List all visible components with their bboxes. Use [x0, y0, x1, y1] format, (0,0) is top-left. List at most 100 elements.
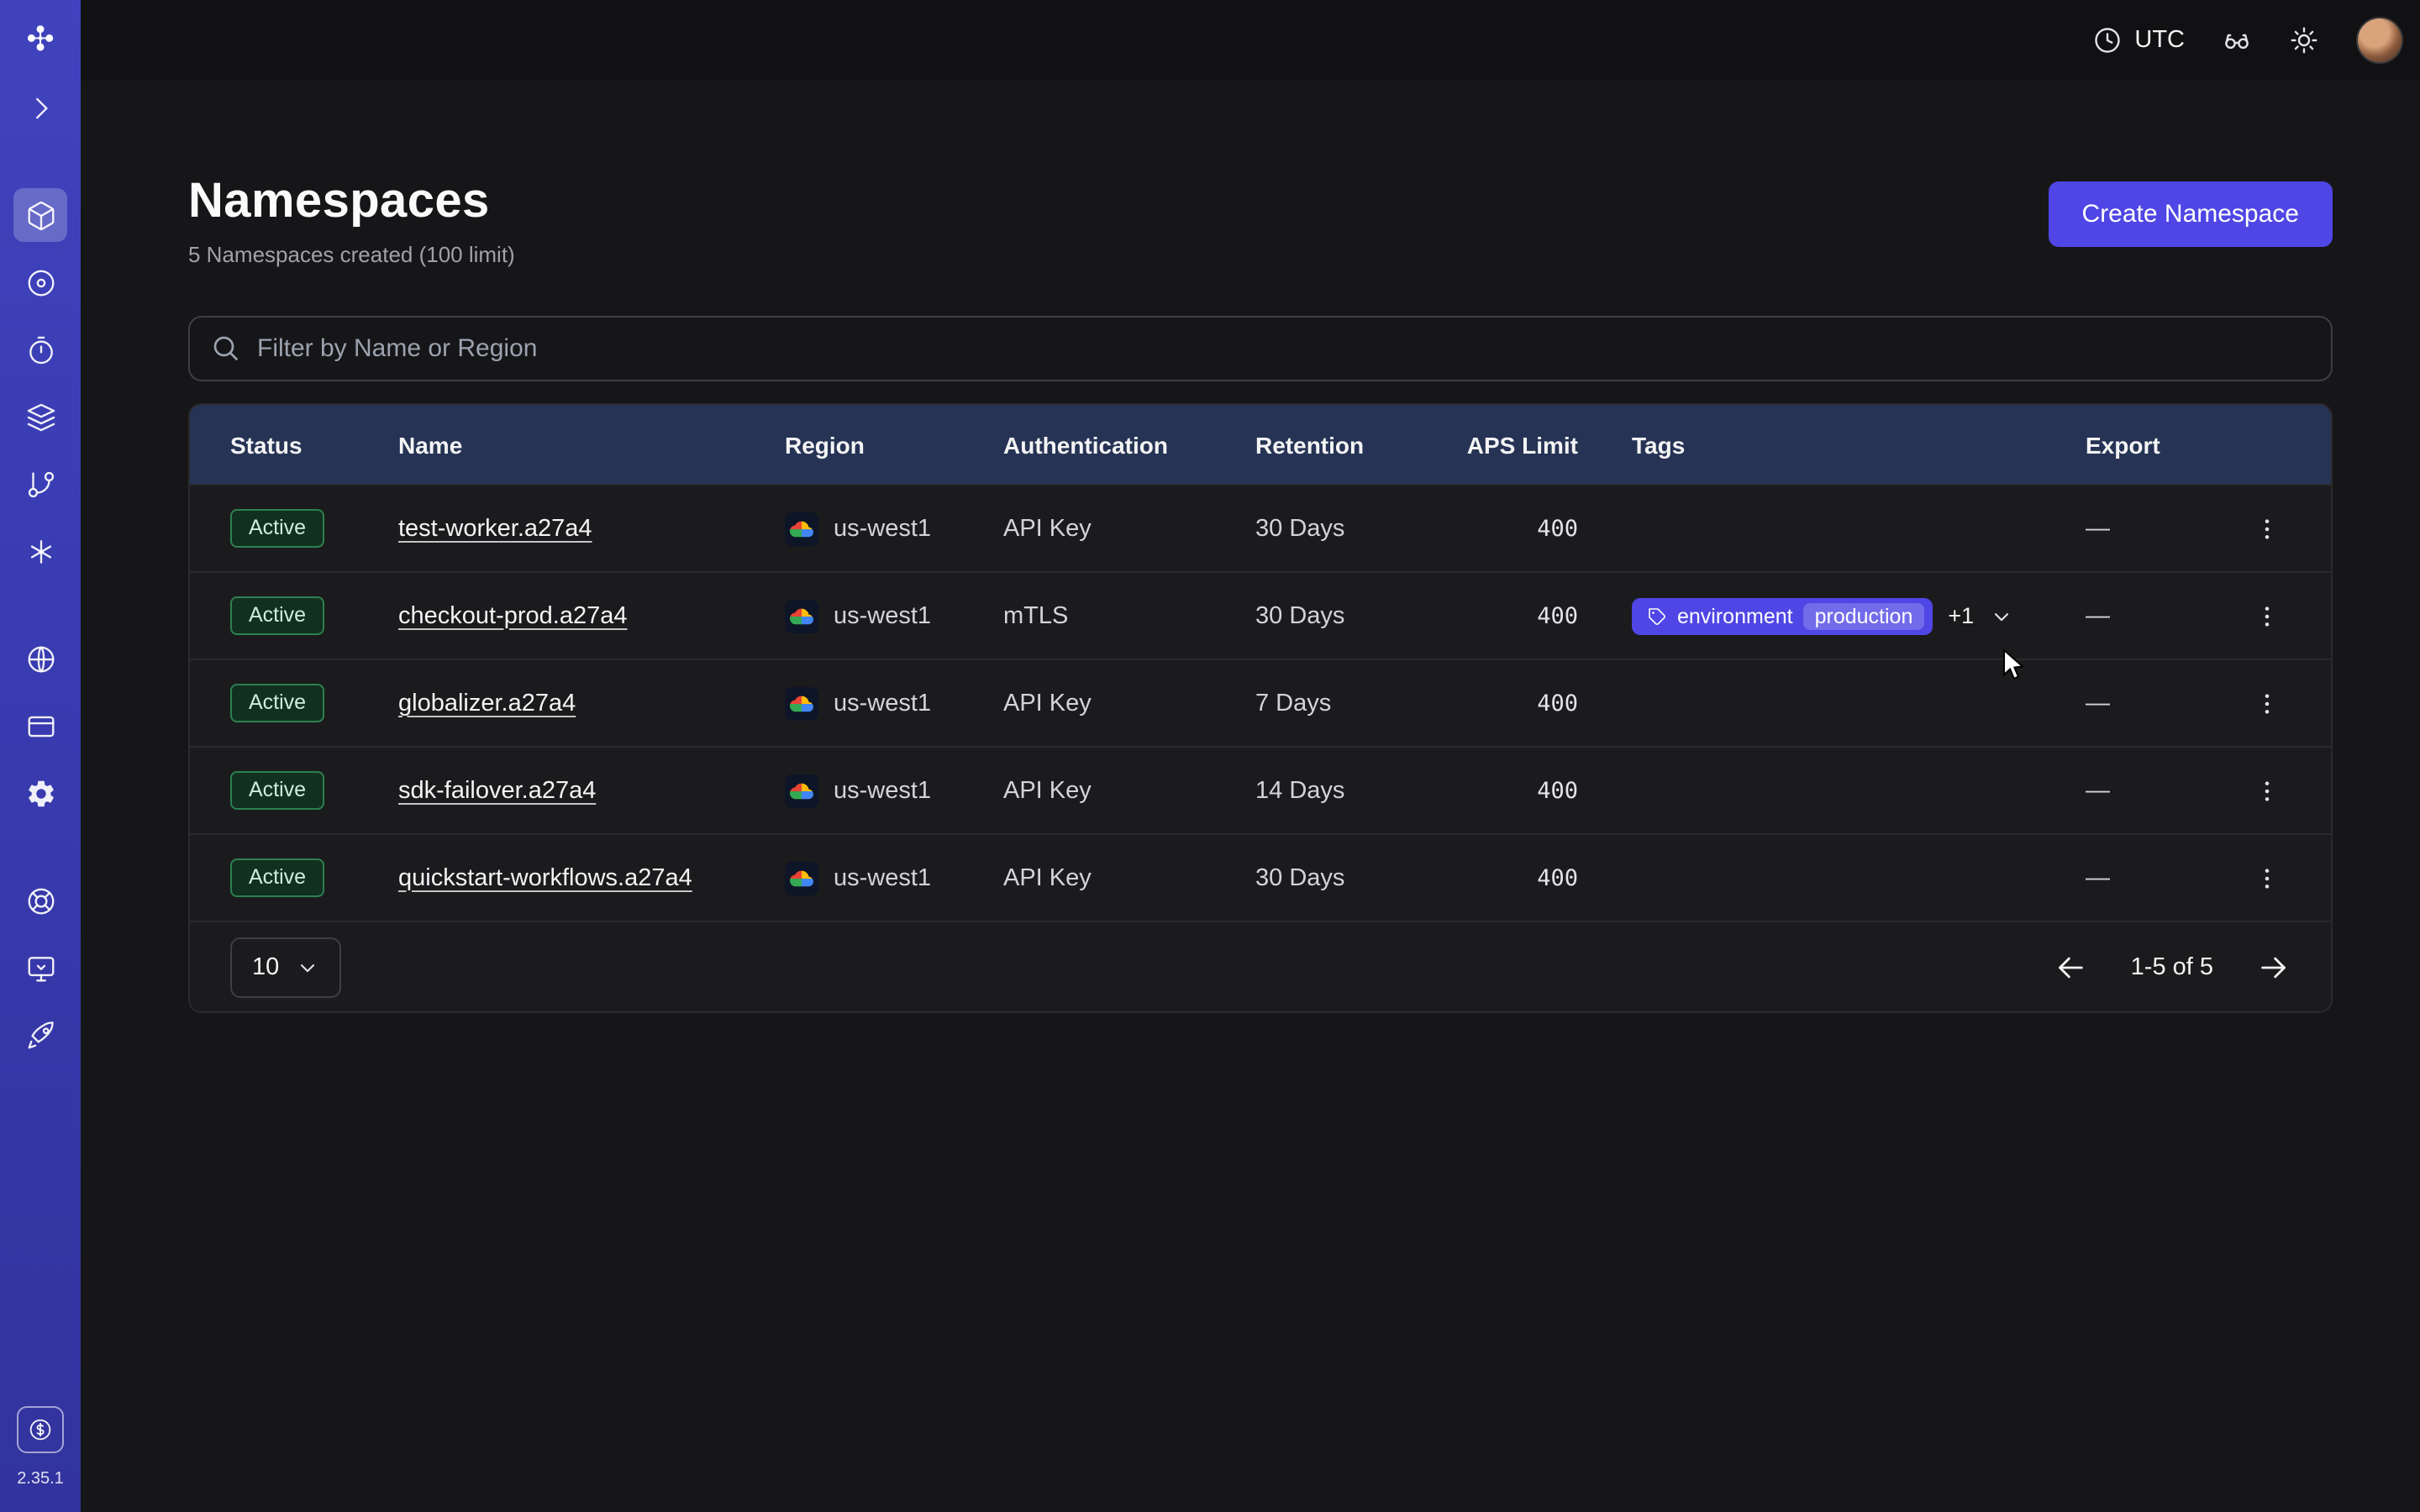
sidebar-item-getting-started[interactable]	[13, 1008, 67, 1062]
row-menu-button[interactable]	[2244, 505, 2291, 552]
region-label: us-west1	[834, 777, 931, 804]
status-badge: Active	[230, 509, 324, 548]
tag-icon	[1647, 606, 1667, 626]
sidebar-item-imports[interactable]	[13, 941, 67, 995]
retention-period: 14 Days	[1255, 777, 1457, 804]
column-header-status: Status	[230, 431, 398, 458]
sidebar-item-schedules[interactable]	[13, 323, 67, 376]
pagination-range: 1-5 of 5	[2131, 953, 2213, 980]
region-label: us-west1	[834, 602, 931, 629]
glasses-icon[interactable]	[2222, 25, 2252, 55]
rocket-icon	[24, 1019, 56, 1051]
auth-method: API Key	[1003, 777, 1255, 804]
region-label: us-west1	[834, 515, 931, 542]
sidebar-item-nexus[interactable]	[13, 524, 67, 578]
tags-more: +1	[1948, 603, 1974, 628]
namespace-link[interactable]: quickstart-workflows.a27a4	[398, 864, 692, 891]
column-header-authentication: Authentication	[1003, 431, 1255, 458]
namespace-link[interactable]: sdk-failover.a27a4	[398, 777, 596, 804]
sidebar-item-billing[interactable]	[13, 699, 67, 753]
aps-limit-value: 400	[1537, 777, 1578, 804]
table-row: Active globalizer.a27a4 us-west1 API Key…	[190, 659, 2331, 746]
auth-method: API Key	[1003, 690, 1255, 717]
gear-icon	[24, 777, 56, 809]
aps-limit-value: 400	[1537, 602, 1578, 629]
row-menu-button[interactable]	[2244, 592, 2291, 639]
asterisk-icon	[24, 535, 56, 567]
gcp-icon	[785, 599, 818, 633]
status-badge: Active	[230, 858, 324, 897]
topbar: UTC	[81, 0, 2420, 81]
create-namespace-button[interactable]: Create Namespace	[2049, 181, 2333, 247]
branch-icon	[24, 468, 56, 500]
status-badge: Active	[230, 684, 324, 722]
sidebar-item-workflows[interactable]	[13, 255, 67, 309]
timezone-label: UTC	[2134, 27, 2185, 54]
table-row: Active test-worker.a27a4 us-west1 API Ke…	[190, 484, 2331, 571]
kebab-icon	[2254, 602, 2281, 629]
status-badge: Active	[230, 771, 324, 810]
usage-icon[interactable]	[17, 1406, 64, 1453]
app-window: ✣	[0, 0, 2420, 1512]
chevron-down-icon	[296, 955, 319, 979]
namespace-link[interactable]: globalizer.a27a4	[398, 690, 576, 717]
pagination-bar: 10 1-5 of 5	[190, 921, 2331, 1011]
column-header-tags: Tags	[1578, 431, 2086, 458]
namespace-link[interactable]: test-worker.a27a4	[398, 515, 592, 542]
filter-input[interactable]	[188, 316, 2333, 381]
page-title: Namespaces	[188, 175, 515, 230]
sidebar-item-batch-operations[interactable]	[13, 457, 67, 511]
export-value: —	[2086, 602, 2240, 629]
column-header-region: Region	[785, 431, 1003, 458]
temporal-logo-icon[interactable]: ✣	[13, 13, 67, 67]
page-subtitle: 5 Namespaces created (100 limit)	[188, 242, 515, 267]
sidebar-item-settings[interactable]	[13, 766, 67, 820]
sidebar-item-deployments[interactable]	[13, 390, 67, 444]
table-header: Status Name Region Authentication Retent…	[190, 405, 2331, 484]
namespaces-table: Status Name Region Authentication Retent…	[188, 403, 2333, 1013]
tags-expand-chevron-icon[interactable]	[1989, 604, 2012, 627]
region-label: us-west1	[834, 864, 931, 891]
auth-method: mTLS	[1003, 602, 1255, 629]
export-value: —	[2086, 690, 2240, 717]
row-menu-button[interactable]	[2244, 767, 2291, 814]
sun-icon[interactable]	[2289, 25, 2319, 55]
sidebar-item-support[interactable]	[13, 874, 67, 927]
sidebar-item-regions[interactable]	[13, 632, 67, 685]
auth-method: API Key	[1003, 515, 1255, 542]
column-header-aps-limit: APS Limit	[1457, 431, 1578, 458]
namespace-link[interactable]: checkout-prod.a27a4	[398, 602, 628, 629]
export-value: —	[2086, 864, 2240, 891]
sidebar-item-namespaces[interactable]	[13, 188, 67, 242]
column-header-export: Export	[2086, 431, 2240, 458]
retention-period: 7 Days	[1255, 690, 1457, 717]
auth-method: API Key	[1003, 864, 1255, 891]
layers-icon	[24, 401, 56, 433]
row-menu-button[interactable]	[2244, 854, 2291, 901]
card-icon	[24, 710, 56, 742]
retention-period: 30 Days	[1255, 864, 1457, 891]
export-value: —	[2086, 515, 2240, 542]
sidebar-footer: 2.35.1	[17, 1406, 64, 1512]
aps-limit-value: 400	[1537, 690, 1578, 717]
timezone-selector[interactable]: UTC	[2092, 25, 2185, 55]
chevron-right-icon	[24, 92, 56, 123]
previous-page-button[interactable]	[2054, 950, 2087, 984]
target-icon	[24, 266, 56, 298]
tag-value: production	[1803, 602, 1925, 629]
gcp-icon	[785, 774, 818, 807]
gcp-icon	[785, 861, 818, 895]
gcp-icon	[785, 686, 818, 720]
aps-limit-value: 400	[1537, 864, 1578, 891]
sidebar-collapse-button[interactable]	[13, 81, 67, 134]
user-avatar[interactable]	[2356, 17, 2403, 64]
column-header-retention: Retention	[1255, 431, 1457, 458]
sidebar: ✣	[0, 0, 81, 1512]
globe-icon	[24, 643, 56, 675]
table-row: Active checkout-prod.a27a4 us-west1 mTLS…	[190, 571, 2331, 659]
next-page-button[interactable]	[2257, 950, 2291, 984]
page-size-select[interactable]: 10	[230, 937, 341, 997]
row-menu-button[interactable]	[2244, 680, 2291, 727]
cube-icon	[24, 199, 56, 231]
tag-pill[interactable]: environment production	[1632, 597, 1933, 634]
